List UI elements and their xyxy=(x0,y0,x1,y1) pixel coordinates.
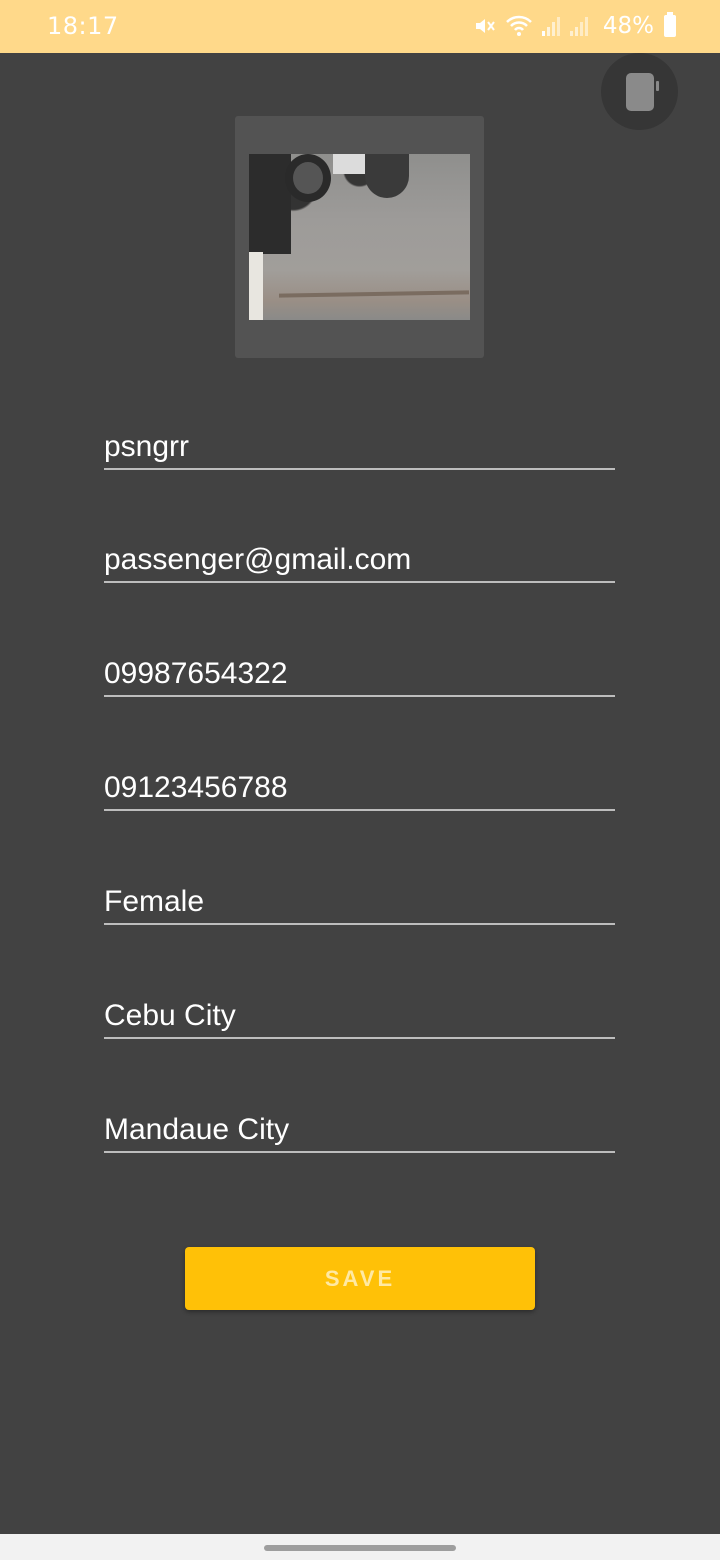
username-value: psngrr xyxy=(104,430,190,463)
battery-percent: 48% xyxy=(602,13,654,39)
photo-detail xyxy=(249,154,291,254)
status-time: 18:17 xyxy=(47,12,119,40)
battery-icon xyxy=(664,12,676,37)
gender-value: Female xyxy=(104,885,205,918)
field-underline xyxy=(104,809,615,811)
field-underline xyxy=(104,923,615,925)
home-gesture-handle[interactable] xyxy=(264,1545,456,1551)
field-underline xyxy=(104,1037,615,1039)
email-field[interactable]: passenger@gmail.com xyxy=(104,523,615,583)
city-value: Cebu City xyxy=(104,999,236,1032)
wifi-icon xyxy=(505,15,532,36)
save-button[interactable]: SAVE xyxy=(185,1247,535,1310)
navigation-bar xyxy=(0,1534,720,1560)
address-field[interactable]: Mandaue City xyxy=(104,1093,615,1153)
battery-empty-fill xyxy=(664,15,676,27)
photo-detail xyxy=(365,154,409,198)
photo-detail xyxy=(285,154,331,202)
status-bar: 18:17 48% xyxy=(0,0,720,53)
email-value: passenger@gmail.com xyxy=(104,543,412,576)
screen-rotate-button[interactable] xyxy=(601,53,678,130)
emergency-phone-value: 09123456788 xyxy=(104,771,288,804)
mute-icon xyxy=(475,19,495,33)
signal-icon-2 xyxy=(569,17,588,36)
phone-field[interactable]: 09987654322 xyxy=(104,637,615,697)
city-field[interactable]: Cebu City xyxy=(104,979,615,1039)
address-value: Mandaue City xyxy=(104,1113,290,1146)
gender-field[interactable]: Female xyxy=(104,865,615,925)
photo-detail xyxy=(249,252,263,320)
username-field[interactable]: psngrr xyxy=(104,410,615,470)
photo-detail xyxy=(278,290,470,298)
field-underline xyxy=(104,1151,615,1153)
status-icons: 48% xyxy=(473,10,676,42)
field-underline xyxy=(104,695,615,697)
field-underline xyxy=(104,468,615,470)
signal-icon xyxy=(541,17,560,36)
screen-rotate-icon xyxy=(625,72,659,111)
emergency-phone-field[interactable]: 09123456788 xyxy=(104,751,615,811)
phone-value: 09987654322 xyxy=(104,657,288,690)
profile-photo xyxy=(249,154,470,320)
profile-photo-frame[interactable] xyxy=(235,116,484,358)
field-underline xyxy=(104,581,615,583)
